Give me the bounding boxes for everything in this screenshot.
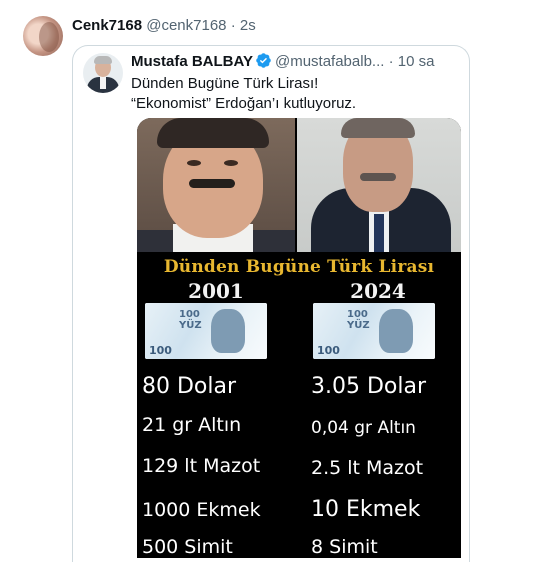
banknote-right-label: 100 bbox=[347, 309, 368, 320]
banknote-right: 100 YÜZ 100 bbox=[313, 303, 435, 359]
tweet-image[interactable]: Dünden Bugüne Türk Lirası 2001 2024 100 Y… bbox=[137, 118, 461, 558]
author-name[interactable]: Cenk7168 bbox=[72, 17, 142, 34]
verified-badge-icon bbox=[255, 52, 272, 75]
right-value-4: 10 Ekmek bbox=[311, 497, 421, 522]
tweet[interactable]: Cenk7168 @cenk7168 · 2s Mustafa BALBAY @m… bbox=[0, 0, 553, 562]
quoted-author-avatar bbox=[83, 53, 123, 93]
quoted-tweet-header: Mustafa BALBAY @mustafabalb... · 10 sa bbox=[131, 52, 434, 75]
quoted-text-line-2: “Ekonomist” Erdoğan’ı kutluyoruz. bbox=[131, 95, 357, 112]
quoted-author-name: Mustafa BALBAY bbox=[131, 53, 253, 70]
left-value-4: 1000 Ekmek bbox=[142, 499, 261, 521]
quoted-separator-dot: · bbox=[388, 53, 394, 70]
banknote-right-text: YÜZ bbox=[347, 320, 370, 331]
right-value-1: 3.05 Dolar bbox=[311, 374, 427, 399]
banknote-left: 100 YÜZ 100 bbox=[145, 303, 267, 359]
photo-left-portrait bbox=[137, 118, 295, 252]
quoted-tweet-timestamp: 10 sa bbox=[397, 53, 435, 70]
quoted-author-handle: @mustafabalb... bbox=[274, 53, 385, 70]
banknote-left-digits: 100 bbox=[149, 344, 172, 357]
separator-dot: · bbox=[230, 17, 236, 34]
author-handle[interactable]: @cenk7168 bbox=[146, 17, 226, 34]
photo-right-portrait bbox=[297, 118, 461, 252]
user-avatar[interactable] bbox=[23, 16, 63, 56]
left-value-1: 80 Dolar bbox=[142, 374, 237, 399]
year-left: 2001 bbox=[188, 279, 244, 303]
quoted-tweet-text: Dünden Bugüne Türk Lirası! “Ekonomist” E… bbox=[131, 74, 356, 114]
quoted-tweet-card[interactable]: Mustafa BALBAY @mustafabalb... · 10 sa Dü… bbox=[72, 45, 470, 562]
left-value-3: 129 lt Mazot bbox=[142, 455, 261, 477]
image-title: Dünden Bugüne Türk Lirası bbox=[163, 257, 435, 277]
banknote-left-text: YÜZ bbox=[179, 320, 202, 331]
quoted-text-line-1: Dünden Bugüne Türk Lirası! bbox=[131, 75, 319, 92]
right-value-2: 0,04 gr Altın bbox=[311, 418, 416, 438]
banknote-left-label: 100 bbox=[179, 309, 200, 320]
right-value-5: 8 Simit bbox=[311, 536, 378, 558]
left-value-2: 21 gr Altın bbox=[142, 414, 242, 436]
tweet-header: Cenk7168 @cenk7168 · 2s bbox=[72, 16, 256, 36]
year-right: 2024 bbox=[350, 279, 406, 303]
left-value-5: 500 Simit bbox=[142, 536, 233, 558]
tweet-timestamp[interactable]: 2s bbox=[240, 17, 256, 34]
right-value-3: 2.5 lt Mazot bbox=[311, 457, 424, 479]
banknote-right-digits: 100 bbox=[317, 344, 340, 357]
